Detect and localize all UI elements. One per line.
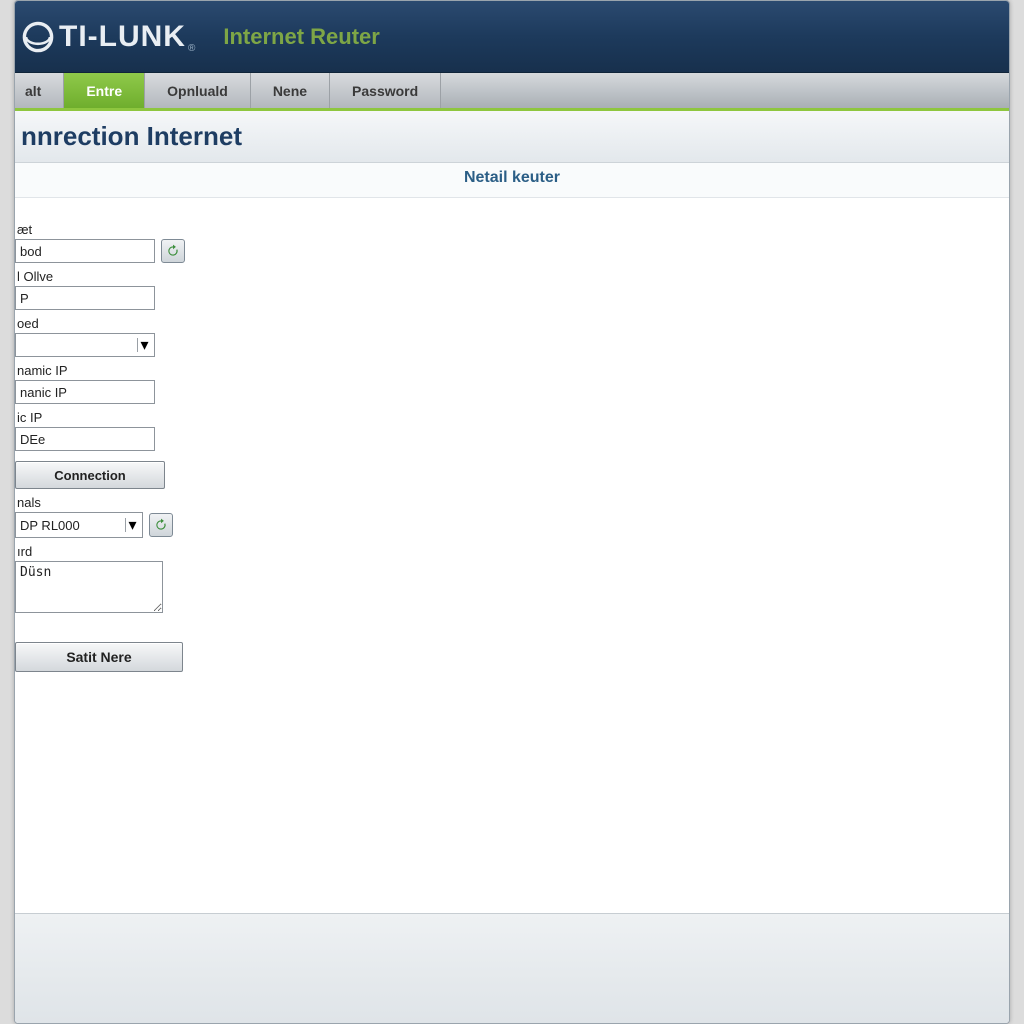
nav-tab-password[interactable]: Password xyxy=(330,73,441,108)
field-label: namic IP xyxy=(15,363,205,378)
field-textarea-7[interactable]: Düsn xyxy=(15,561,163,613)
brand-suffix: ® xyxy=(188,43,195,72)
nav-tab-label: Entre xyxy=(86,83,122,99)
nav-tab-label: Nene xyxy=(273,83,307,99)
field-label: l Ollve xyxy=(15,269,205,284)
router-admin-window: TI-LUNK ® Internet Reuter alt Entre Opnl… xyxy=(14,0,1010,1024)
refresh-icon xyxy=(166,244,180,258)
nav-tab-entre[interactable]: Entre xyxy=(64,73,145,108)
field-input-1[interactable] xyxy=(15,239,155,263)
nav-tab-label: alt xyxy=(25,83,41,99)
page-subtitle: Netail keuter xyxy=(15,163,1009,198)
submit-button[interactable]: Satit Nere xyxy=(15,642,183,672)
field-input-5[interactable] xyxy=(15,427,155,451)
field-label: ırd xyxy=(15,544,205,559)
page-title: nnrection Internet xyxy=(21,121,1003,152)
footer-band xyxy=(15,913,1009,1023)
field-label: nals xyxy=(15,495,205,510)
header-band: TI-LUNK ® Internet Reuter xyxy=(15,1,1009,73)
field-select-3[interactable] xyxy=(15,333,155,357)
product-name: Internet Reuter xyxy=(223,24,379,50)
refresh-button-2[interactable] xyxy=(149,513,173,537)
field-input-4[interactable] xyxy=(15,380,155,404)
refresh-icon xyxy=(154,518,168,532)
nav-tab-alt[interactable]: alt xyxy=(15,73,64,108)
nav-tab-label: Opnluald xyxy=(167,83,228,99)
page-title-strip: nnrection Internet xyxy=(15,111,1009,163)
nav-tab-label: Password xyxy=(352,83,418,99)
field-label: ic IP xyxy=(15,410,205,425)
field-select-6[interactable]: DP RL000 xyxy=(15,512,143,538)
field-input-2[interactable] xyxy=(15,286,155,310)
nav-tab-nene[interactable]: Nene xyxy=(251,73,330,108)
main-nav: alt Entre Opnluald Nene Password xyxy=(15,73,1009,111)
content-area: æt l Ollve oed ▾ namic IP ic IP Connecti… xyxy=(15,198,1009,958)
brand-name: TI-LUNK xyxy=(59,20,186,54)
connection-button[interactable]: Connection xyxy=(15,461,165,489)
nav-tab-opnluald[interactable]: Opnluald xyxy=(145,73,251,108)
form-column: æt l Ollve oed ▾ namic IP ic IP Connecti… xyxy=(15,222,205,672)
brand-logo-icon xyxy=(21,20,55,54)
refresh-button-1[interactable] xyxy=(161,239,185,263)
field-label: æt xyxy=(15,222,205,237)
field-label: oed xyxy=(15,316,205,331)
